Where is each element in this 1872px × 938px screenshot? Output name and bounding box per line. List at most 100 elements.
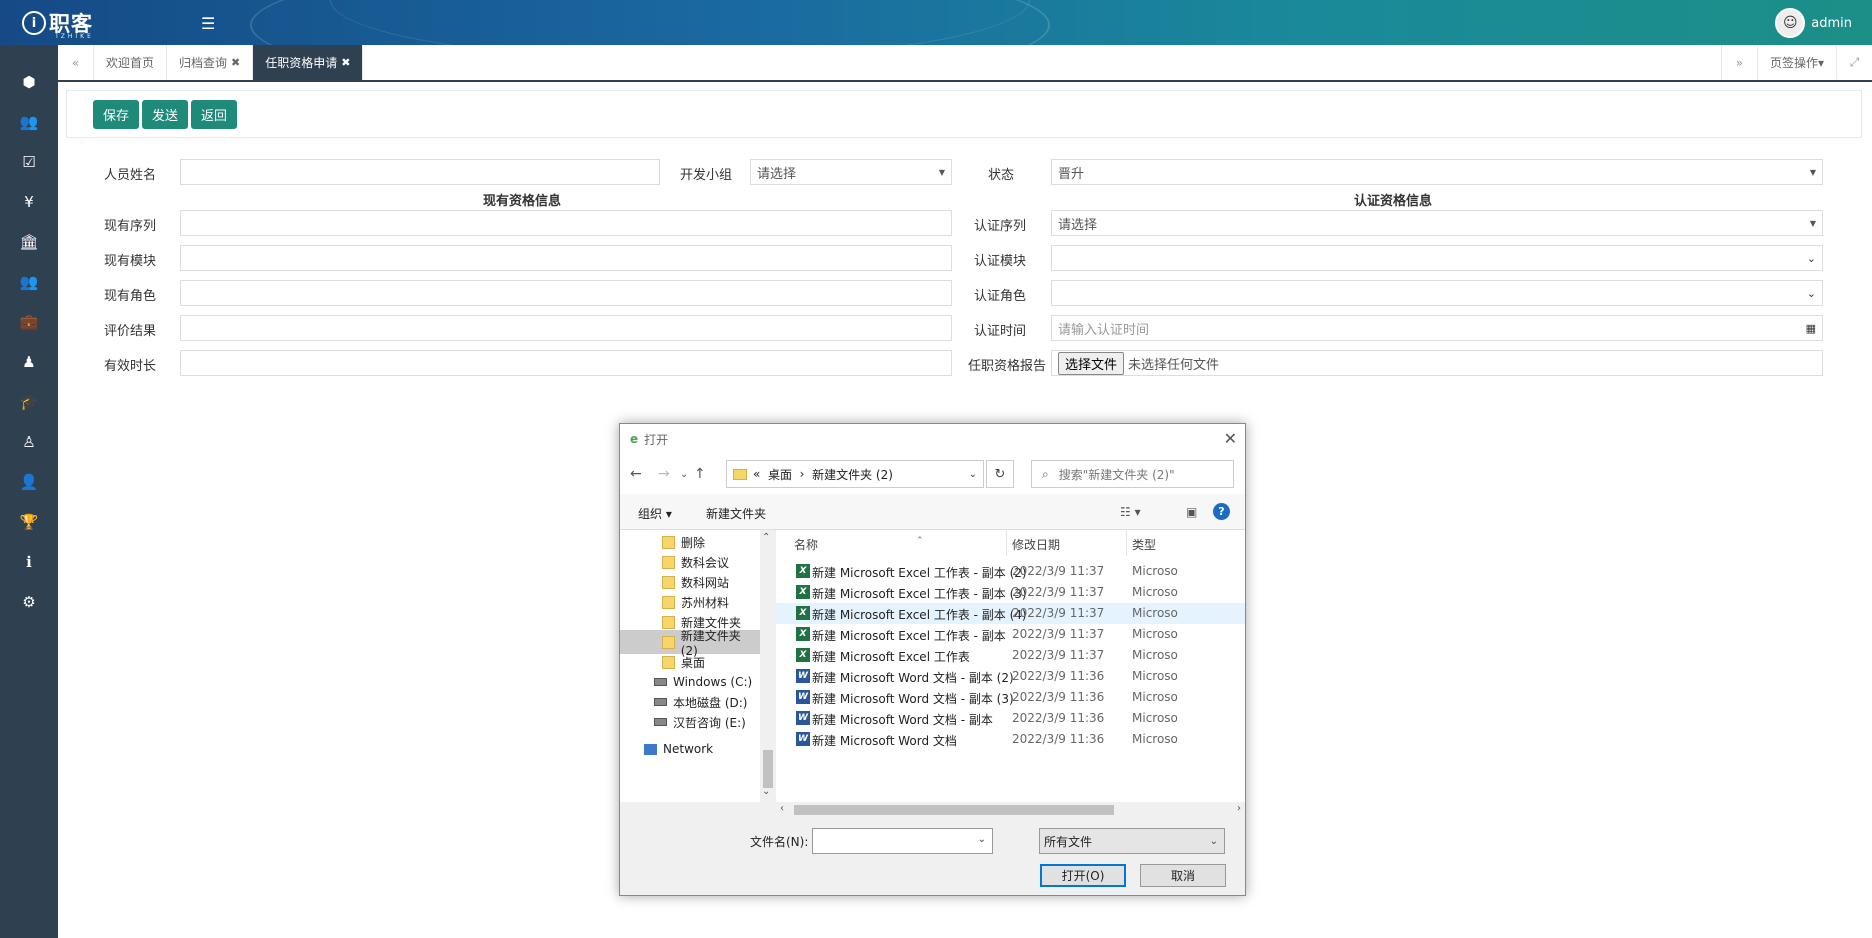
filetype-select[interactable]: 所有文件 ⌄ (1039, 828, 1225, 854)
send-button[interactable]: 发送 (142, 99, 189, 129)
recent-dropdown-icon[interactable]: ⌄ (680, 469, 688, 480)
cert-mod-select[interactable]: ⌄ (1051, 245, 1823, 271)
name-input[interactable] (180, 159, 660, 185)
file-date: 2022/3/9 11:37 (1012, 627, 1105, 641)
scroll-left-icon[interactable]: ‹ (780, 803, 784, 814)
tree-label: 苏州材料 (681, 595, 730, 610)
cert-time-placeholder: 请输入认证时间 (1058, 322, 1150, 338)
file-list-header: ⌃ 名称 修改日期 类型 (776, 530, 1245, 556)
report-file-input[interactable]: 选择文件 未选择任何文件 (1051, 350, 1823, 376)
sidebar-group-icon[interactable]: 👥 (0, 262, 58, 302)
chevron-down-icon[interactable]: ⌄ (978, 834, 986, 845)
back-arrow-icon[interactable]: ← (630, 466, 642, 482)
sidebar-trophy-icon[interactable]: 🏆 (0, 502, 58, 542)
file-row[interactable]: W 新建 Microsoft Word 文档 - 副本 (3) 2022/3/9 1… (776, 687, 1245, 708)
file-type: Microso (1132, 669, 1178, 683)
sidebar-briefcase-icon[interactable]: 💼 (0, 302, 58, 342)
file-list-hscrollbar[interactable]: ‹ › (776, 802, 1245, 818)
column-type[interactable]: 类型 (1132, 536, 1156, 553)
sidebar-user-icon[interactable]: 👤 (0, 462, 58, 502)
sidebar-info-icon[interactable]: ℹ (0, 542, 58, 582)
calendar-icon[interactable]: ▦ (1806, 322, 1816, 335)
file-row[interactable]: W 新建 Microsoft Word 文档 - 副本 (2) 2022/3/9 1… (776, 666, 1245, 687)
avatar[interactable]: ☺ (1775, 8, 1806, 38)
sidebar-bank-icon[interactable]: 🏛 (0, 222, 58, 262)
user-menu[interactable]: ☺ admin (1775, 8, 1852, 38)
caret-down-icon: ▼ (1809, 167, 1816, 177)
chevron-down-icon[interactable]: ⌄ (969, 469, 977, 480)
sidebar-person-icon[interactable]: ♙ (0, 422, 58, 462)
sidebar-users-icon[interactable]: 👥 (0, 102, 58, 142)
scroll-up-icon[interactable]: ⌃ (762, 532, 770, 543)
back-button[interactable]: 返回 (191, 99, 238, 129)
cert-seq-select[interactable]: 请选择 ▼ (1051, 210, 1823, 236)
search-input[interactable]: ⌕ 搜索"新建文件夹 (2)" (1031, 460, 1234, 488)
cert-time-input[interactable]: 请输入认证时间 ▦ (1051, 315, 1823, 341)
file-type: Microso (1132, 711, 1178, 725)
username[interactable]: admin (1811, 16, 1852, 31)
tab-qualification-apply[interactable]: 任职资格申请 ✖ (253, 45, 364, 80)
up-arrow-icon[interactable]: ↑ (694, 466, 706, 482)
sidebar-stamp-icon[interactable]: ♟ (0, 342, 58, 382)
cert-role-select[interactable]: ⌄ (1051, 280, 1823, 306)
breadcrumb-desktop[interactable]: 桌面 (768, 466, 792, 483)
cur-seq-input[interactable] (180, 210, 952, 236)
page-ops-dropdown[interactable]: 页签操作 ▾ (1756, 45, 1836, 80)
sidebar-yen-icon[interactable]: ¥ (0, 182, 58, 222)
cur-mod-input[interactable] (180, 245, 952, 271)
close-icon[interactable]: ✕ (1224, 429, 1237, 448)
save-button[interactable]: 保存 (93, 99, 140, 129)
scroll-thumb[interactable] (794, 805, 1114, 815)
scroll-thumb[interactable] (763, 750, 773, 788)
file-row[interactable]: X 新建 Microsoft Excel 工作表 2022/3/9 11:37 Mic… (776, 645, 1245, 666)
status-select[interactable]: 晋升 ▼ (1051, 159, 1823, 185)
column-name[interactable]: 名称 (794, 536, 818, 553)
preview-pane-icon[interactable]: ▣ (1186, 505, 1197, 519)
file-row[interactable]: X 新建 Microsoft Excel 工作表 - 副本 (2) 2022/3/9… (776, 561, 1245, 582)
sidebar-cubes-icon[interactable]: ⬢ (0, 62, 58, 102)
word-file-icon: W (796, 711, 810, 725)
breadcrumb-folder[interactable]: 新建文件夹 (2) (812, 466, 893, 483)
top-header: i 职客 IZHIKE ☰ ☺ admin (0, 0, 1872, 45)
file-row[interactable]: X 新建 Microsoft Excel 工作表 - 副本 (4) 2022/3/9… (776, 603, 1245, 624)
fullscreen-icon[interactable]: ⤢ (1836, 45, 1872, 80)
file-row[interactable]: X 新建 Microsoft Excel 工作表 - 副本 2022/3/9 11:… (776, 624, 1245, 645)
sidebar-checkbox-icon[interactable]: ☑ (0, 142, 58, 182)
address-bar[interactable]: « 桌面 › 新建文件夹 (2) ⌄ (726, 460, 984, 488)
close-icon[interactable]: ✖ (231, 56, 240, 69)
organize-button[interactable]: 组织 ▾ (638, 505, 672, 522)
file-date: 2022/3/9 11:37 (1012, 648, 1105, 662)
file-row[interactable]: X 新建 Microsoft Excel 工作表 - 副本 (3) 2022/3/9… (776, 582, 1245, 603)
valid-input[interactable] (180, 350, 952, 376)
scroll-down-icon[interactable]: ⌄ (762, 786, 770, 797)
refresh-icon[interactable]: ↻ (986, 460, 1014, 488)
sidebar-settings-icon[interactable]: ⚙ (0, 582, 58, 622)
group-select[interactable]: 请选择 ▼ (750, 159, 952, 185)
filename-input[interactable]: ⌄ (812, 828, 993, 854)
tab-welcome[interactable]: 欢迎首页 (94, 45, 168, 80)
tree-item-drive-e[interactable]: 汉哲咨询 (E:) (654, 710, 746, 734)
cancel-button[interactable]: 取消 (1140, 864, 1226, 887)
help-icon[interactable]: ? (1213, 503, 1230, 520)
choose-file-button[interactable]: 选择文件 (1058, 351, 1125, 375)
column-date[interactable]: 修改日期 (1012, 536, 1060, 553)
sidebar-graduation-icon[interactable]: 🎓 (0, 382, 58, 422)
file-row[interactable]: W 新建 Microsoft Word 文档 - 副本 2022/3/9 11:36… (776, 708, 1245, 729)
tree-item-network[interactable]: Network (644, 737, 713, 761)
tree-scrollbar[interactable]: ⌃ ⌄ (760, 530, 776, 802)
menu-toggle-icon[interactable]: ☰ (201, 14, 215, 33)
tab-scroll-left-icon[interactable]: « (58, 45, 94, 80)
forward-arrow-icon[interactable]: → (658, 466, 670, 482)
close-icon[interactable]: ✖ (341, 56, 350, 69)
eval-input[interactable] (180, 315, 952, 341)
file-row[interactable]: W 新建 Microsoft Word 文档 2022/3/9 11:36 Micro… (776, 729, 1245, 750)
tab-archive-query[interactable]: 归档查询 ✖ (167, 45, 254, 80)
folder-icon (662, 555, 675, 569)
scroll-right-icon[interactable]: › (1237, 803, 1241, 814)
new-folder-button[interactable]: 新建文件夹 (706, 505, 766, 522)
tab-scroll-right-icon[interactable]: » (1720, 45, 1757, 80)
open-button[interactable]: 打开(O) (1040, 864, 1126, 887)
cert-seq-value: 请选择 (1058, 217, 1098, 233)
cur-role-input[interactable] (180, 280, 952, 306)
view-options-icon[interactable]: ☷ ▾ (1120, 505, 1141, 519)
